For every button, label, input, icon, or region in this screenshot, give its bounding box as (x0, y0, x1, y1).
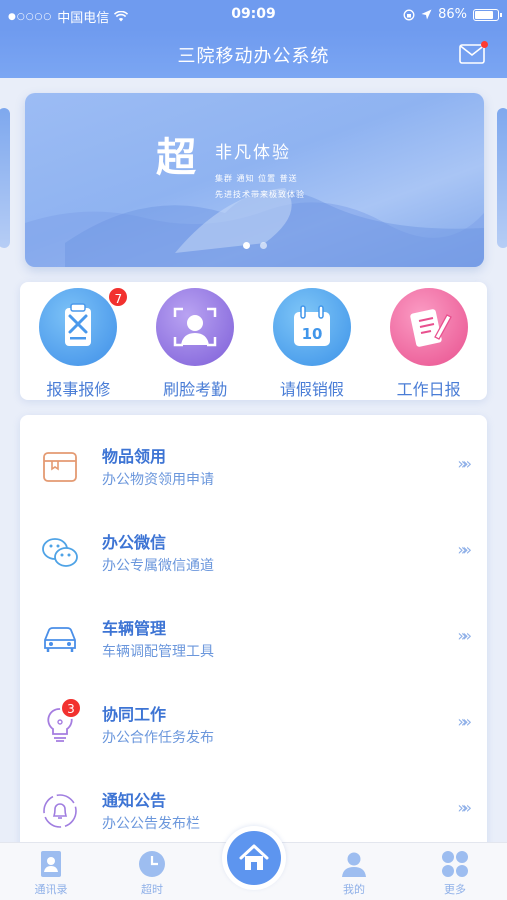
page-dot-2[interactable] (259, 242, 267, 249)
list-item-desc: 办公专属微信通道 (102, 558, 214, 574)
tab-overtime[interactable]: 超时 (117, 849, 187, 897)
page-title: 三院移动办公系统 (177, 46, 330, 67)
home-icon (227, 831, 281, 885)
chat-icon (40, 533, 80, 573)
repair-icon (39, 288, 118, 366)
banner-tagline-1: 集群 通知 位置 普送 (215, 174, 298, 183)
tab-home-button[interactable] (222, 826, 286, 890)
chevron-right-icon: »» (457, 798, 471, 817)
chevron-right-icon: »» (457, 454, 471, 473)
supplies-icon (40, 447, 80, 487)
calendar-number: 10 (301, 325, 322, 343)
list-item-collaboration[interactable]: 3 协同工作 办公合作任务发布 »» (20, 687, 487, 773)
bell-icon (40, 791, 80, 831)
list-item-desc: 办公物资领用申请 (102, 472, 214, 488)
shortcut-label: 工作日报 (396, 380, 461, 399)
tab-label: 我的 (343, 883, 365, 896)
list-item-supplies[interactable]: 物品领用 办公物资领用申请 »» (20, 429, 487, 515)
tab-more[interactable]: 更多 (420, 849, 490, 897)
shortcut-daily-report[interactable]: 工作日报 (374, 288, 484, 400)
banner-headline-sub: 非凡体验 (215, 143, 291, 163)
battery-icon (473, 8, 502, 21)
list-item-desc: 办公公告发布栏 (102, 816, 200, 832)
calendar-icon: 10 (272, 288, 351, 366)
banner-carousel[interactable]: 超 非凡体验 集群 通知 位置 普送 先进技术带来极致体验 (0, 86, 507, 276)
function-list: 物品领用 办公物资领用申请 »» 办公微信 办公专属微信通道 »» 车辆管理 车 (20, 415, 487, 855)
rotation-lock-icon (403, 9, 415, 20)
tab-label: 通讯录 (34, 883, 68, 896)
banner-slide[interactable]: 超 非凡体验 集群 通知 位置 普送 先进技术带来极致体验 (25, 93, 484, 267)
car-icon (40, 619, 80, 659)
tab-label: 超时 (141, 883, 163, 896)
banner-page-indicator[interactable] (25, 242, 484, 249)
shortcut-face-attendance[interactable]: 刷脸考勤 (140, 288, 250, 400)
chevron-right-icon: »» (457, 626, 471, 645)
chevron-right-icon: »» (457, 540, 471, 559)
shortcut-report-repair[interactable]: 7 报事报修 (23, 286, 133, 400)
banner-next-peek[interactable] (497, 108, 507, 248)
battery-fill (475, 10, 494, 19)
list-item-title: 办公微信 (102, 533, 167, 552)
list-item-vehicle[interactable]: 车辆管理 车辆调配管理工具 »» (20, 601, 487, 687)
banner-prev-peek[interactable] (0, 108, 10, 248)
list-item-desc: 办公合作任务发布 (102, 730, 214, 746)
list-item-desc: 车辆调配管理工具 (102, 644, 214, 660)
chevron-right-icon: »» (457, 712, 471, 731)
location-arrow-icon (421, 9, 432, 20)
clock-icon (137, 849, 167, 879)
status-bar: ●○○○○ 中国电信 09:09 86% (0, 0, 507, 30)
list-item-badge: 3 (60, 697, 82, 719)
list-item-title: 物品领用 (102, 447, 167, 466)
shortcut-leave-request[interactable]: 10 请假销假 (257, 288, 367, 400)
list-item-title: 通知公告 (102, 791, 167, 810)
face-scan-icon (156, 288, 235, 366)
more-icon (440, 849, 470, 879)
report-pen-icon (389, 288, 468, 366)
banner-tagline-2: 先进技术带来极致体验 (215, 190, 305, 199)
shortcut-panel: 7 报事报修 刷脸考勤 10 请假销假 工作日报 (20, 282, 487, 400)
contacts-icon (36, 849, 66, 879)
list-item-title: 车辆管理 (102, 619, 167, 638)
shortcut-label: 报事报修 (46, 380, 111, 399)
tab-contacts[interactable]: 通讯录 (16, 849, 86, 897)
tab-label: 更多 (444, 883, 466, 896)
notification-dot (481, 41, 488, 48)
battery-percent: 86% (438, 7, 467, 22)
shortcut-label: 请假销假 (279, 380, 344, 399)
banner-headline-big: 超 (156, 135, 196, 181)
page-dot-1[interactable] (242, 242, 250, 249)
mail-button[interactable] (459, 41, 488, 64)
list-item-title: 协同工作 (102, 705, 167, 724)
nav-bar: 三院移动办公系统 (0, 30, 507, 78)
shortcut-label: 刷脸考勤 (163, 380, 228, 399)
list-item-wechat[interactable]: 办公微信 办公专属微信通道 »» (20, 515, 487, 601)
tab-mine[interactable]: 我的 (319, 849, 389, 897)
profile-icon (339, 849, 369, 879)
shortcut-badge: 7 (107, 286, 130, 308)
status-right: 86% (403, 7, 502, 22)
